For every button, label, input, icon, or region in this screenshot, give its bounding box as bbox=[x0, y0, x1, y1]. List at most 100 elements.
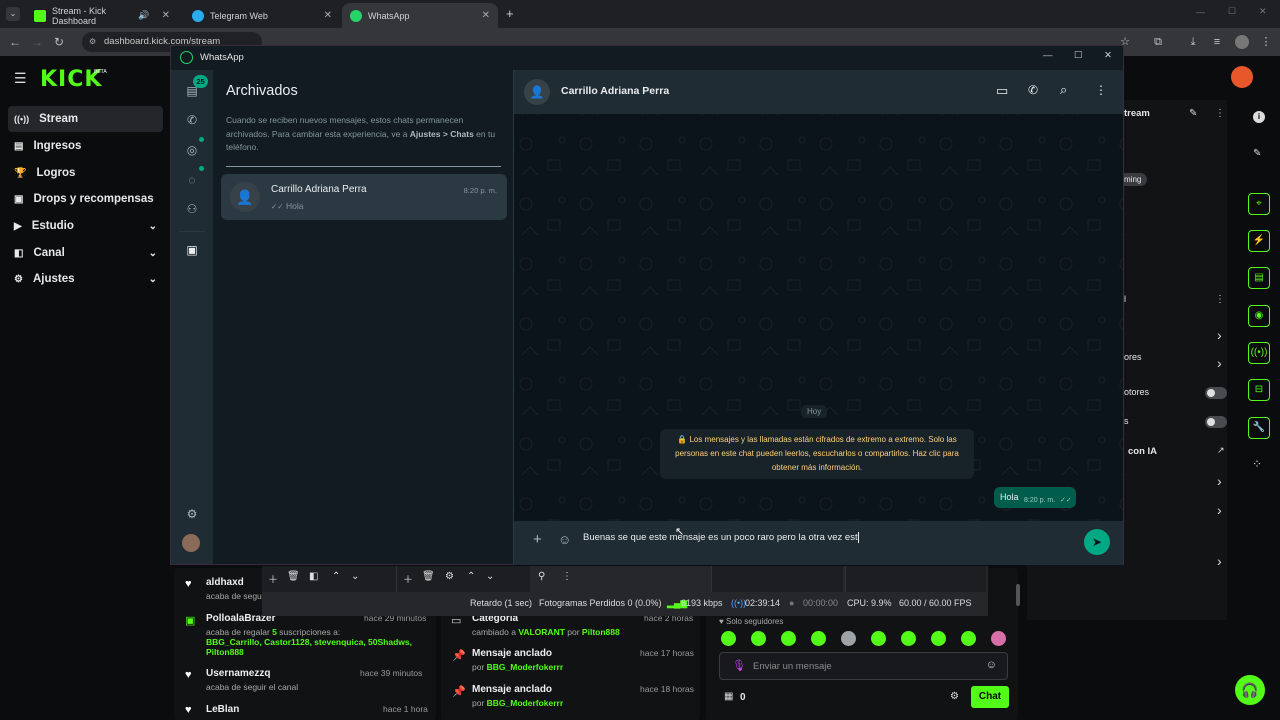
microphone-icon[interactable]: 🎙 bbox=[732, 659, 746, 672]
wrench-icon[interactable]: 🔧 bbox=[1248, 417, 1270, 439]
emote[interactable] bbox=[841, 631, 856, 646]
filter-icon[interactable]: ◧ bbox=[309, 571, 318, 582]
sidebar-item-stream[interactable]: ((•)) Stream bbox=[8, 106, 163, 132]
attach-plus-icon[interactable]: + bbox=[533, 531, 542, 548]
sidebar-item-ajustes[interactable]: ⚙ Ajustes ⌄ bbox=[8, 266, 163, 292]
activity-username[interactable]: LeBlan bbox=[206, 704, 239, 715]
gear-icon[interactable]: ⚙ bbox=[445, 571, 454, 582]
layout-icon[interactable]: ⊟ bbox=[1248, 379, 1270, 401]
user-avatar[interactable] bbox=[1231, 66, 1253, 88]
event-user[interactable]: Pilton888 bbox=[582, 627, 620, 637]
mixer-icon[interactable]: ⚲ bbox=[538, 571, 545, 582]
sidebar-item-logros[interactable]: 🏆 Logros bbox=[8, 160, 163, 186]
close-tab-icon[interactable]: ✕ bbox=[162, 10, 170, 21]
emote[interactable] bbox=[961, 631, 976, 646]
outgoing-message-bubble[interactable]: Hola 8:20 p. m. ✓✓ bbox=[994, 487, 1076, 508]
emoji-icon[interactable]: ☺ bbox=[986, 659, 997, 671]
up-arrow-icon[interactable]: ⌃ bbox=[332, 571, 340, 582]
sidebar-item-drops[interactable]: ▣ Drops y recompensas bbox=[8, 186, 163, 212]
scrollbar[interactable] bbox=[1016, 584, 1020, 606]
calls-icon[interactable]: ✆ bbox=[183, 111, 201, 129]
add-icon[interactable]: ＋ bbox=[403, 571, 413, 586]
reload-icon[interactable]: ↻ bbox=[48, 35, 70, 49]
tab-whatsapp[interactable]: WhatsApp ✕ bbox=[342, 3, 498, 28]
trash-icon[interactable]: 🗑 bbox=[287, 571, 300, 582]
message-input[interactable]: Buenas se que este mensaje es un poco ra… bbox=[583, 532, 859, 543]
chevron-right-icon[interactable]: › bbox=[1217, 553, 1222, 569]
archive-icon[interactable]: ▣ bbox=[183, 241, 201, 259]
activity-username[interactable]: Usernamezzq bbox=[206, 668, 270, 679]
hamburger-menu-icon[interactable]: ☰ bbox=[14, 70, 27, 87]
window-minimize-icon[interactable]: — bbox=[1196, 7, 1205, 17]
chevron-right-icon[interactable]: › bbox=[1217, 327, 1222, 343]
chevron-right-icon[interactable]: › bbox=[1217, 355, 1222, 371]
event-user[interactable]: BBG_Moderfokerrr bbox=[487, 662, 564, 672]
window-maximize-icon[interactable]: ☐ bbox=[1228, 6, 1236, 17]
communities-icon[interactable]: ⚇ bbox=[183, 200, 201, 218]
conversation-header[interactable]: 👤 Carrillo Adriana Perra ▭ ✆ ⌕ ⋮ bbox=[514, 70, 1123, 114]
settings-gear-icon[interactable]: ⚙ bbox=[183, 505, 201, 523]
emoji-sticker-icon[interactable]: ☺ bbox=[558, 532, 571, 547]
emote[interactable] bbox=[871, 631, 886, 646]
download-icon[interactable]: ⤓ bbox=[1186, 35, 1200, 49]
menu-icon[interactable]: ⋮ bbox=[1095, 83, 1107, 97]
status-icon[interactable]: ◎ bbox=[183, 141, 201, 159]
speaker-icon[interactable]: 🔊 bbox=[138, 10, 149, 21]
down-arrow-icon[interactable]: ⌄ bbox=[351, 571, 359, 582]
close-tab-icon[interactable]: ✕ bbox=[324, 10, 332, 21]
chevron-right-icon[interactable]: › bbox=[1217, 502, 1222, 518]
emote[interactable] bbox=[721, 631, 736, 646]
voice-call-icon[interactable]: ✆ bbox=[1028, 83, 1038, 97]
pencil-icon[interactable]: ✎ bbox=[1253, 148, 1261, 159]
document-icon[interactable]: ▤ bbox=[1248, 267, 1270, 289]
add-icon[interactable]: ＋ bbox=[268, 571, 278, 586]
minimize-button[interactable]: — bbox=[1043, 50, 1053, 61]
more-options-icon[interactable]: ⋮ bbox=[1215, 294, 1225, 305]
gift-recipients[interactable]: BBG_Carrillo, Castor1128, stevenquica, 5… bbox=[206, 637, 412, 657]
toggle-switch[interactable] bbox=[1205, 416, 1227, 428]
support-headset-icon[interactable]: 🎧 bbox=[1235, 675, 1265, 705]
sidebar-item-canal[interactable]: ◧ Canal ⌄ bbox=[8, 240, 163, 266]
event-user[interactable]: BBG_Moderfokerrr bbox=[487, 698, 564, 708]
edit-icon[interactable]: ✎ bbox=[1189, 108, 1197, 119]
reading-list-icon[interactable]: ≡ bbox=[1210, 35, 1224, 49]
forward-icon[interactable]: → bbox=[26, 35, 48, 49]
maximize-button[interactable]: ☐ bbox=[1074, 50, 1083, 61]
site-info-icon[interactable]: ⚙ bbox=[89, 32, 96, 52]
emote[interactable] bbox=[931, 631, 946, 646]
toggle-switch[interactable] bbox=[1205, 387, 1227, 399]
send-button[interactable]: ➤ bbox=[1084, 529, 1110, 555]
chat-bubble-icon[interactable]: ◉ bbox=[1248, 305, 1270, 327]
extensions-icon[interactable]: ⧉ bbox=[1151, 35, 1165, 49]
video-call-icon[interactable]: ▭ bbox=[996, 83, 1008, 99]
more-options-icon[interactable]: ⋮ bbox=[562, 571, 572, 582]
window-close-icon[interactable]: ✕ bbox=[1259, 6, 1267, 17]
contact-avatar[interactable]: 👤 bbox=[524, 79, 550, 105]
archived-info-settings-path[interactable]: Ajustes > Chats bbox=[410, 129, 474, 139]
profile-avatar[interactable] bbox=[1235, 35, 1249, 49]
profile-avatar[interactable] bbox=[182, 534, 200, 552]
emote[interactable] bbox=[901, 631, 916, 646]
search-icon[interactable]: ⌕ bbox=[1060, 82, 1067, 98]
activity-username[interactable]: aldhaxd bbox=[206, 577, 244, 588]
browser-menu-icon[interactable]: ⋮ bbox=[1259, 35, 1273, 49]
tab-telegram[interactable]: Telegram Web ✕ bbox=[184, 3, 340, 28]
new-tab-button[interactable]: + bbox=[506, 6, 514, 21]
channels-icon[interactable]: ◌ bbox=[183, 171, 201, 189]
broadcast-icon[interactable]: ((•)) bbox=[1248, 342, 1270, 364]
chat-send-button[interactable]: Chat bbox=[971, 686, 1009, 708]
sidebar-item-estudio[interactable]: ▶ Estudio ⌄ bbox=[8, 213, 163, 239]
focus-icon[interactable]: ⌖ bbox=[1248, 193, 1270, 215]
emote[interactable] bbox=[991, 631, 1006, 646]
up-arrow-icon[interactable]: ⌃ bbox=[467, 571, 475, 582]
trash-icon[interactable]: 🗑 bbox=[422, 571, 435, 582]
close-button[interactable]: ✕ bbox=[1104, 50, 1112, 61]
kick-chat-input[interactable]: 🎙 Enviar un mensaje ☺ bbox=[719, 652, 1008, 680]
sidebar-item-ingresos[interactable]: ▤ Ingresos bbox=[8, 133, 163, 159]
lightning-icon[interactable]: ⚡ bbox=[1248, 230, 1270, 252]
chat-list-item[interactable]: 👤 Carrillo Adriana Perra 8:20 p. m. ✓✓ H… bbox=[221, 174, 507, 220]
more-options-icon[interactable]: ⋮ bbox=[1215, 108, 1225, 119]
dots-cluster-icon[interactable]: ⁘ bbox=[1252, 457, 1262, 471]
emote[interactable] bbox=[781, 631, 796, 646]
tab-search-icon[interactable]: ⌄ bbox=[6, 7, 20, 21]
